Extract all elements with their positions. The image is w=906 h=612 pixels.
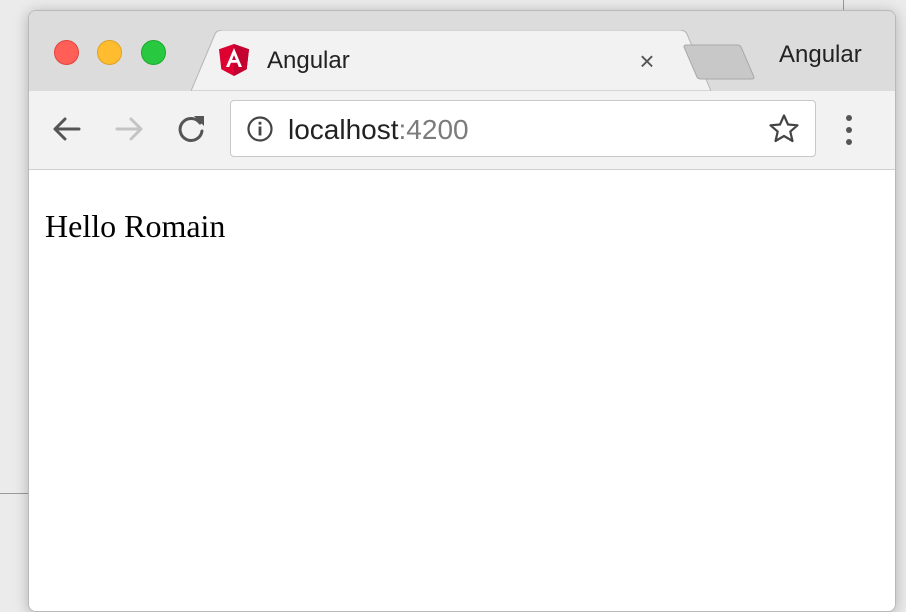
greeting-text: Hello Romain [45, 208, 226, 244]
arrow-left-icon[interactable] [49, 111, 85, 147]
tab-title: Angular [267, 47, 350, 74]
url-text: localhost:4200 [288, 114, 469, 146]
tab-angular[interactable]: Angular × [191, 30, 711, 91]
title-bar: Angular × Angular [29, 11, 895, 91]
toolbar: localhost:4200 [29, 91, 895, 170]
address-bar[interactable]: localhost:4200 [230, 100, 816, 157]
url-port: :4200 [398, 114, 469, 145]
close-window-button[interactable] [54, 40, 79, 65]
browser-window: Angular × Angular localhost:4200 Hello R… [28, 10, 896, 612]
maximize-window-button[interactable] [141, 40, 166, 65]
url-host: localhost [288, 114, 399, 145]
desktop-edge [0, 493, 30, 494]
info-icon[interactable] [247, 116, 273, 142]
desktop-edge [843, 0, 844, 10]
star-icon[interactable] [768, 113, 800, 145]
minimize-window-button[interactable] [97, 40, 122, 65]
reload-icon[interactable] [173, 111, 209, 147]
new-tab-button[interactable] [683, 44, 755, 80]
angular-logo-icon [219, 44, 249, 76]
page-content: Hello Romain [29, 170, 895, 611]
tab-close-icon[interactable]: × [633, 47, 661, 75]
profile-name[interactable]: Angular [779, 41, 862, 69]
kebab-menu-icon[interactable] [841, 112, 857, 148]
arrow-right-icon[interactable] [111, 111, 147, 147]
